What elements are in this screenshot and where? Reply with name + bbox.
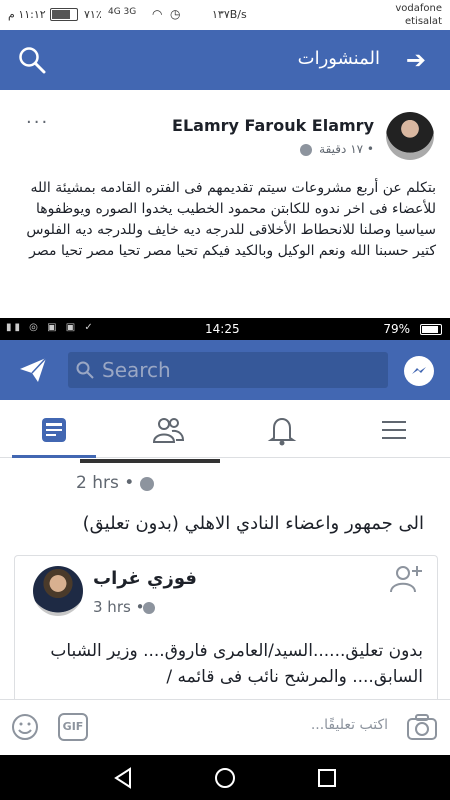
- inner-author-avatar[interactable]: [33, 566, 83, 616]
- inner-post-body: بدون تعليق......السيد/العامرى فاروق.... …: [50, 641, 423, 687]
- camera-icon[interactable]: [406, 712, 438, 742]
- carrier-2: etisalat: [404, 16, 442, 27]
- post-card: ··· ELamry Farouk Elamry ١٧ دقيقة • بتكل…: [0, 98, 450, 320]
- tab-bar: [0, 400, 450, 458]
- search-placeholder: Search: [102, 358, 171, 382]
- shared-post[interactable]: فوزي غراب 3 hrs • بدون تعليق......السيد/…: [14, 555, 438, 705]
- tab-notifications[interactable]: [264, 412, 300, 448]
- more-options-icon[interactable]: ···: [26, 112, 49, 133]
- search-icon: [76, 361, 94, 379]
- post-author[interactable]: ELamry Farouk Elamry: [172, 116, 374, 135]
- friends-icon: [152, 418, 185, 443]
- send-plane-icon[interactable]: [18, 356, 48, 384]
- battery-percent: ٧١٪: [84, 8, 102, 21]
- emoji-icon[interactable]: [10, 712, 40, 742]
- menu-icon: [382, 421, 406, 439]
- inner-post-time[interactable]: 3 hrs •: [93, 598, 144, 616]
- wifi-icon: ◠: [152, 7, 163, 21]
- comment-input[interactable]: اكتب تعليقًا...: [311, 717, 388, 733]
- back-arrow-icon[interactable]: ➔: [406, 46, 426, 74]
- public-globe-icon: [140, 477, 154, 491]
- battery-icon-2: [420, 324, 442, 335]
- posts-header: المنشورات ➔: [0, 30, 450, 90]
- post-body: بتكلم عن أربع مشروعات سيتم تقديمهم فى ال…: [26, 180, 436, 259]
- inner-author[interactable]: فوزي غراب: [93, 568, 197, 589]
- comment-bar: GIF اكتب تعليقًا...: [0, 699, 450, 755]
- network-speed: ١٣٧B/s: [212, 8, 247, 21]
- feed-content: 2 hrs • الى جمهور واعضاء النادي الاهلي (…: [0, 459, 450, 705]
- battery-icon: [50, 8, 78, 21]
- search-icon[interactable]: [18, 46, 46, 74]
- carrier-1: vodafone: [395, 3, 442, 14]
- public-globe-icon: [300, 144, 312, 156]
- signal-icon: 4G 3G: [108, 7, 137, 17]
- battery-percent-2: 79%: [383, 322, 410, 336]
- shared-caption: الى جمهور واعضاء النادي الاهلي (بدون تعل…: [82, 513, 424, 534]
- tab-menu[interactable]: [376, 412, 412, 448]
- notification-icons: ▮▮ ◎ ▣ ▣ ✓: [6, 322, 96, 333]
- status-time-2: 14:25: [205, 322, 240, 336]
- home-circle-icon[interactable]: [214, 767, 236, 789]
- post-time[interactable]: ١٧ دقيقة •: [319, 142, 374, 156]
- search-input[interactable]: Search: [68, 352, 388, 388]
- alarm-icon: ◷: [170, 7, 181, 21]
- bell-icon: [267, 417, 297, 446]
- carrier-names: vodafone etisalat: [395, 2, 442, 28]
- news-feed-icon: [42, 418, 66, 442]
- add-friend-icon[interactable]: [389, 564, 423, 594]
- clipped-text: [80, 453, 260, 467]
- messenger-icon[interactable]: [404, 356, 434, 386]
- recents-square-icon[interactable]: [316, 767, 338, 789]
- status-bar-second: ▮▮ ◎ ▣ ▣ ✓ 14:25 79%: [0, 318, 450, 340]
- author-avatar[interactable]: [386, 112, 434, 160]
- search-header: Search: [0, 340, 450, 400]
- gif-button[interactable]: GIF: [58, 713, 88, 741]
- page-title: المنشورات: [297, 48, 380, 69]
- back-triangle-icon[interactable]: [112, 767, 134, 789]
- tab-friends[interactable]: [150, 412, 186, 448]
- status-bar-top: ١١:١٢ م ٧١٪ 4G 3G ◠ ◷ ١٣٧B/s vodafone et…: [0, 0, 450, 30]
- public-globe-icon: [143, 602, 155, 614]
- system-nav-bar: [0, 755, 450, 800]
- shared-post-time[interactable]: 2 hrs •: [76, 473, 134, 493]
- status-time: ١١:١٢ م: [8, 8, 46, 21]
- tab-news-feed[interactable]: [12, 412, 96, 458]
